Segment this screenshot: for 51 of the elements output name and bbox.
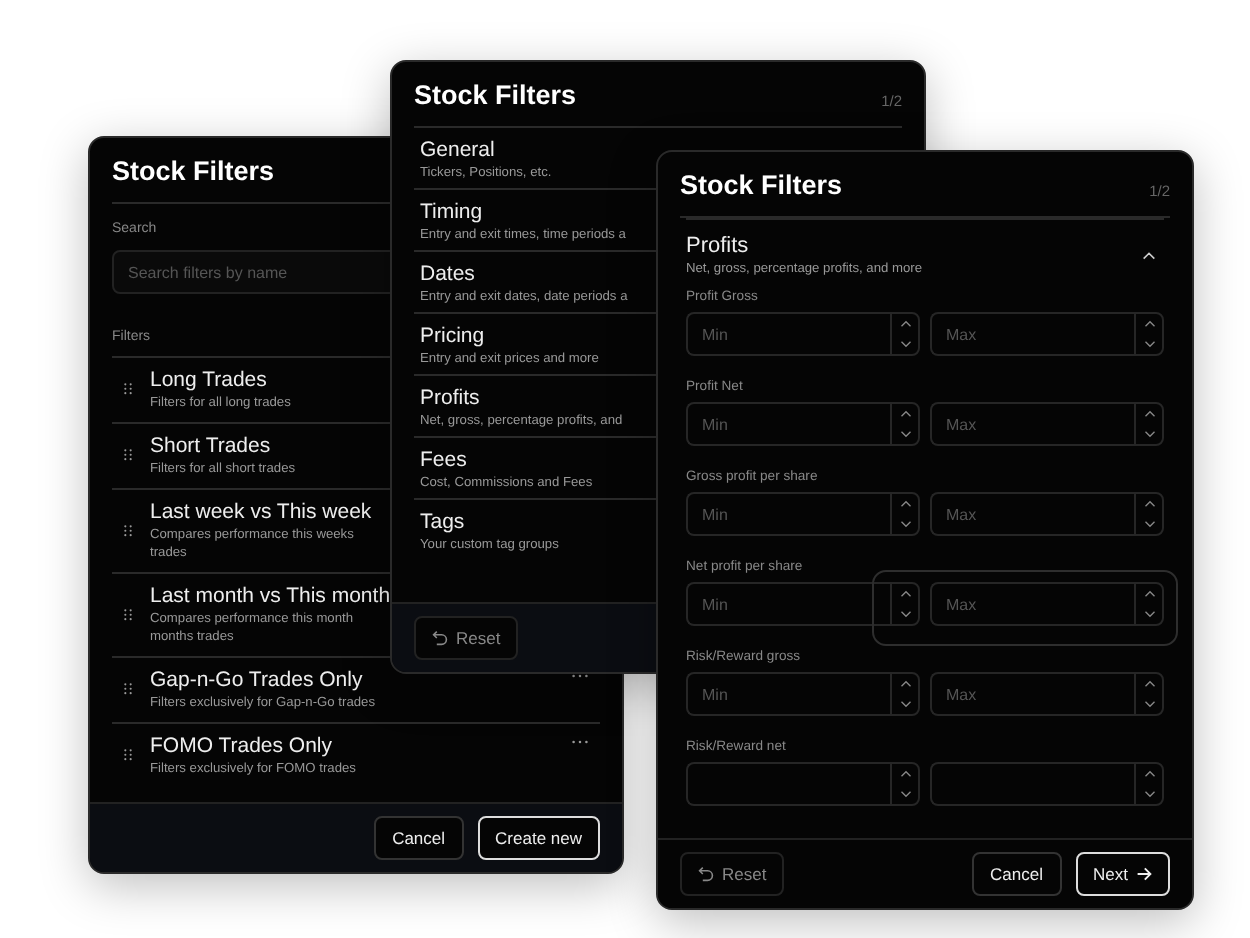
window-title: Stock Filters — [112, 156, 275, 186]
next-button[interactable]: Next — [1075, 852, 1170, 896]
stepper-icon[interactable] — [1134, 582, 1164, 626]
category-title: General — [420, 138, 495, 162]
create-button[interactable]: Create new — [477, 816, 600, 860]
stepper-icon[interactable] — [1134, 492, 1164, 536]
number-field[interactable] — [930, 762, 1134, 806]
reset-button[interactable]: Reset — [414, 616, 519, 660]
number-field[interactable] — [686, 762, 890, 806]
filter-title: Long Trades — [150, 368, 267, 392]
category-title: Profits — [420, 386, 480, 410]
number-field[interactable]: Max — [930, 582, 1134, 626]
stepper-icon[interactable] — [890, 402, 920, 446]
stepper-icon[interactable] — [1134, 672, 1164, 716]
number-field[interactable]: Max — [930, 672, 1134, 716]
reset-button[interactable]: Reset — [680, 852, 785, 896]
number-field[interactable]: Min — [686, 582, 890, 626]
section-title: Profits — [686, 234, 749, 258]
window-title: Stock Filters — [414, 80, 577, 110]
cancel-button[interactable]: Cancel — [972, 852, 1062, 896]
number-field[interactable]: Min — [686, 492, 890, 536]
category-title: Dates — [420, 262, 475, 286]
undo-icon — [432, 630, 448, 646]
arrow-right-icon — [1136, 866, 1152, 882]
category-title: Fees — [420, 448, 467, 472]
stepper-icon[interactable] — [890, 582, 920, 626]
stepper-icon[interactable] — [1134, 402, 1164, 446]
filter-title: Gap-n-Go Trades Only — [150, 668, 363, 692]
filter-title: Last week vs This week — [150, 500, 372, 524]
number-field[interactable]: Max — [930, 492, 1134, 536]
number-field[interactable]: Min — [686, 402, 890, 446]
stepper-icon[interactable] — [890, 672, 920, 716]
number-field[interactable]: Max — [930, 312, 1134, 356]
category-title: Pricing — [420, 324, 485, 348]
filter-title: Short Trades — [150, 434, 271, 458]
window-title: Stock Filters — [680, 170, 843, 200]
stepper-icon[interactable] — [1134, 762, 1164, 806]
undo-icon — [698, 866, 714, 882]
number-field[interactable]: Max — [930, 402, 1134, 446]
stepper-icon[interactable] — [1134, 312, 1164, 356]
filter-title: FOMO Trades Only — [150, 734, 333, 758]
filter-title: Last month vs This month — [150, 584, 391, 608]
stepper-icon[interactable] — [890, 492, 920, 536]
stepper-icon[interactable] — [890, 762, 920, 806]
category-title: Tags — [420, 510, 465, 534]
number-field[interactable]: Min — [686, 672, 890, 716]
category-title: Timing — [420, 200, 483, 224]
number-field[interactable]: Min — [686, 312, 890, 356]
stepper-icon[interactable] — [890, 312, 920, 356]
cancel-button[interactable]: Cancel — [374, 816, 464, 860]
chevron-up-icon[interactable] — [1142, 251, 1156, 259]
